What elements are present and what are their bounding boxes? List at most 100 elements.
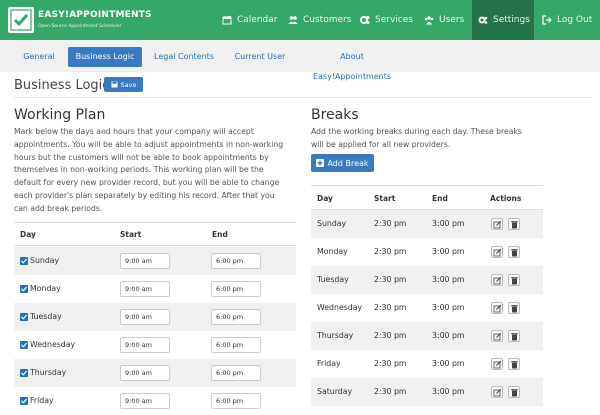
delete-break-button[interactable] (508, 386, 520, 398)
breaks-description: Add the working breaks during each day. … (311, 126, 522, 152)
nav-settings-label: Settings (493, 15, 530, 25)
cogs-icon (360, 16, 370, 24)
end-time: 3:00 pm (432, 219, 465, 228)
end-time: 3:00 pm (432, 359, 465, 368)
end-time: 3:00 pm (432, 303, 465, 312)
settings-icon (478, 16, 488, 24)
day-checkbox[interactable] (20, 257, 28, 265)
nav-logout[interactable]: Log Out (534, 0, 600, 40)
edit-icon (493, 360, 502, 369)
brand-title: EASY!APPOINTMENTS (38, 10, 152, 20)
start-time: 2:30 pm (374, 303, 407, 312)
desc-line: each provider's plan separately by editi… (14, 190, 275, 200)
edit-break-button[interactable] (491, 302, 503, 314)
start-time: 2:30 pm (374, 219, 407, 228)
nav-calendar[interactable]: Calendar (214, 0, 284, 40)
check-icon (21, 286, 27, 292)
delete-break-button[interactable] (508, 330, 520, 342)
app-logo[interactable] (8, 7, 34, 33)
start-time-input[interactable]: 9:00 am (120, 365, 170, 381)
trash-icon (511, 277, 518, 285)
nav-customers-label: Customers (303, 15, 352, 25)
col-start: Start (374, 194, 396, 203)
day-checkbox[interactable] (20, 341, 28, 349)
add-break-button[interactable]: Add Break (311, 154, 374, 172)
day-label: Friday (30, 396, 54, 405)
nav-users-label: Users (439, 15, 465, 25)
table-divider (14, 222, 296, 223)
start-time-input[interactable]: 9:00 am (120, 337, 170, 353)
delete-break-button[interactable] (508, 218, 520, 230)
trash-icon (511, 305, 518, 313)
calendar-icon (222, 16, 232, 25)
nav-users[interactable]: Users (420, 0, 472, 40)
table-divider (14, 245, 296, 246)
delete-break-button[interactable] (508, 302, 520, 314)
day-label: Sunday (317, 219, 347, 228)
edit-icon (493, 276, 502, 285)
desc-line: default for every new provider record, b… (14, 178, 280, 188)
brand-subtitle: Open Source Appointment Scheduler (38, 24, 122, 29)
nav-services[interactable]: Services (356, 0, 420, 40)
start-time-input[interactable]: 9:00 am (120, 281, 170, 297)
delete-break-button[interactable] (508, 274, 520, 286)
nav-settings[interactable]: Settings (472, 0, 534, 40)
start-time-input[interactable]: 9:00 am (120, 309, 170, 325)
tab-legal-contents[interactable]: Legal Contents (148, 47, 220, 67)
tab-general[interactable]: General (14, 47, 64, 67)
working-plan-heading: Working Plan (14, 107, 106, 123)
day-label: Thursday (317, 331, 354, 340)
nav-customers[interactable]: Customers (284, 0, 356, 40)
day-checkbox[interactable] (20, 369, 28, 377)
save-label: Save (120, 80, 137, 89)
edit-break-button[interactable] (491, 246, 503, 258)
day-checkbox[interactable] (20, 313, 28, 321)
edit-break-button[interactable] (491, 218, 503, 230)
nav-services-label: Services (375, 15, 413, 25)
start-time-input[interactable]: 9:00 am (120, 253, 170, 269)
end-time-input[interactable]: 6:00 pm (211, 281, 261, 297)
check-icon (21, 342, 27, 348)
edit-break-button[interactable] (491, 274, 503, 286)
title-divider (14, 97, 592, 98)
end-time: 3:00 pm (432, 331, 465, 340)
check-icon (21, 314, 27, 320)
edit-icon (493, 332, 502, 341)
end-time: 3:00 pm (432, 247, 465, 256)
tab-current-user[interactable]: Current User (228, 47, 292, 67)
page-title: Business Logic (14, 78, 110, 93)
desc-line: can add break periods. (14, 203, 103, 213)
check-icon (21, 258, 27, 264)
save-button[interactable]: Save (104, 77, 143, 92)
delete-break-button[interactable] (508, 246, 520, 258)
tab-about[interactable]: About Easy!Appointments (300, 47, 404, 81)
day-label: Sunday (30, 256, 60, 265)
day-label: Monday (317, 247, 348, 256)
end-time-input[interactable]: 6:00 pm (211, 365, 261, 381)
edit-break-button[interactable] (491, 330, 503, 342)
end-time-input[interactable]: 6:00 pm (211, 337, 261, 353)
start-time: 2:30 pm (374, 359, 407, 368)
day-checkbox[interactable] (20, 285, 28, 293)
col-end: End (432, 194, 448, 203)
edit-break-button[interactable] (491, 358, 503, 370)
edit-break-button[interactable] (491, 386, 503, 398)
save-icon (111, 81, 118, 88)
end-time-input[interactable]: 6:00 pm (211, 309, 261, 325)
day-checkbox[interactable] (20, 397, 28, 405)
logout-icon (542, 15, 552, 25)
col-actions: Actions (490, 194, 522, 203)
desc-line: themselves in non-working periods. This … (14, 165, 264, 175)
check-icon (21, 398, 27, 404)
day-label: Wednesday (30, 340, 76, 349)
col-day: Day (317, 194, 333, 203)
plus-icon (316, 159, 325, 167)
desc-line: appointments. You will be able to adjust… (14, 139, 284, 149)
end-time-input[interactable]: 6:00 pm (211, 253, 261, 269)
delete-break-button[interactable] (508, 358, 520, 370)
tab-business-logic[interactable]: Business Logic (68, 47, 142, 67)
nav-logout-label: Log Out (557, 15, 593, 25)
working-plan-description: Mark below the days and hours that your … (14, 126, 283, 216)
edit-icon (493, 388, 502, 397)
desc-line: will be applied for all new providers. (311, 139, 451, 149)
